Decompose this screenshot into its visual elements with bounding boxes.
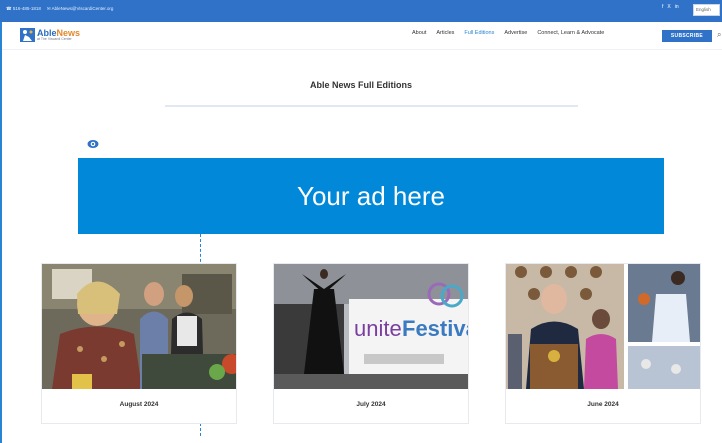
edition-card-july-2024[interactable]: unite Festiva July 2024 xyxy=(273,263,469,424)
edition-thumbnail[interactable]: unite Festiva xyxy=(274,264,468,389)
language-select[interactable]: English xyxy=(693,4,720,16)
nav-item-connect[interactable]: Connect, Learn & Advocate xyxy=(537,30,604,36)
ad-text: Your ad here xyxy=(297,180,445,211)
eye-icon[interactable] xyxy=(87,138,99,150)
nav-item-advertise[interactable]: Advertise xyxy=(504,30,527,36)
edition-thumbnail[interactable] xyxy=(506,264,700,389)
social-links: f X in xyxy=(662,4,679,10)
frame-edge xyxy=(0,0,2,443)
edition-thumbnail[interactable] xyxy=(42,264,236,389)
nav-item-about[interactable]: About xyxy=(412,30,426,36)
edition-photo-june xyxy=(506,264,700,389)
edition-label[interactable]: July 2024 xyxy=(274,401,468,408)
x-icon[interactable]: X xyxy=(667,4,670,10)
site-logo[interactable]: AbleNews at The Viscardi Center xyxy=(20,28,80,42)
nav-menu: About Articles Full Editions Advertise C… xyxy=(412,30,604,36)
title-divider xyxy=(165,105,578,107)
ad-banner[interactable]: Your ad here xyxy=(78,158,664,234)
edition-card-june-2024[interactable]: June 2024 xyxy=(505,263,701,424)
subscribe-button[interactable]: SUBSCRIBE xyxy=(662,30,712,42)
edition-photo-august xyxy=(42,264,236,389)
logo-tagline: at The Viscardi Center xyxy=(37,36,72,41)
phone-link[interactable]: ☎ 516-485-1818 xyxy=(6,6,41,12)
edition-label[interactable]: June 2024 xyxy=(506,401,700,408)
main-navbar: AbleNews at The Viscardi Center About Ar… xyxy=(2,22,722,50)
contact-info: ☎ 516-485-1818 ✉ AbleNews@ViscardiCenter… xyxy=(6,6,113,12)
page-title: Able News Full Editions xyxy=(309,80,412,90)
nav-item-articles[interactable]: Articles xyxy=(436,30,454,36)
top-bar: ☎ 516-485-1818 ✉ AbleNews@ViscardiCenter… xyxy=(0,0,722,22)
edition-label[interactable]: August 2024 xyxy=(42,401,236,408)
linkedin-icon[interactable]: in xyxy=(675,4,679,10)
svg-text:Festiva: Festiva xyxy=(402,316,468,341)
logo-mark-icon xyxy=(20,28,35,42)
edition-photo-july: unite Festiva xyxy=(274,264,468,389)
nav-item-full-editions[interactable]: Full Editions xyxy=(464,30,494,36)
search-icon[interactable]: ⌕ xyxy=(717,30,721,40)
facebook-icon[interactable]: f xyxy=(662,4,663,10)
svg-text:unite: unite xyxy=(354,316,402,341)
email-link[interactable]: ✉ AbleNews@ViscardiCenter.org xyxy=(47,6,114,12)
edition-card-august-2024[interactable]: August 2024 xyxy=(41,263,237,424)
